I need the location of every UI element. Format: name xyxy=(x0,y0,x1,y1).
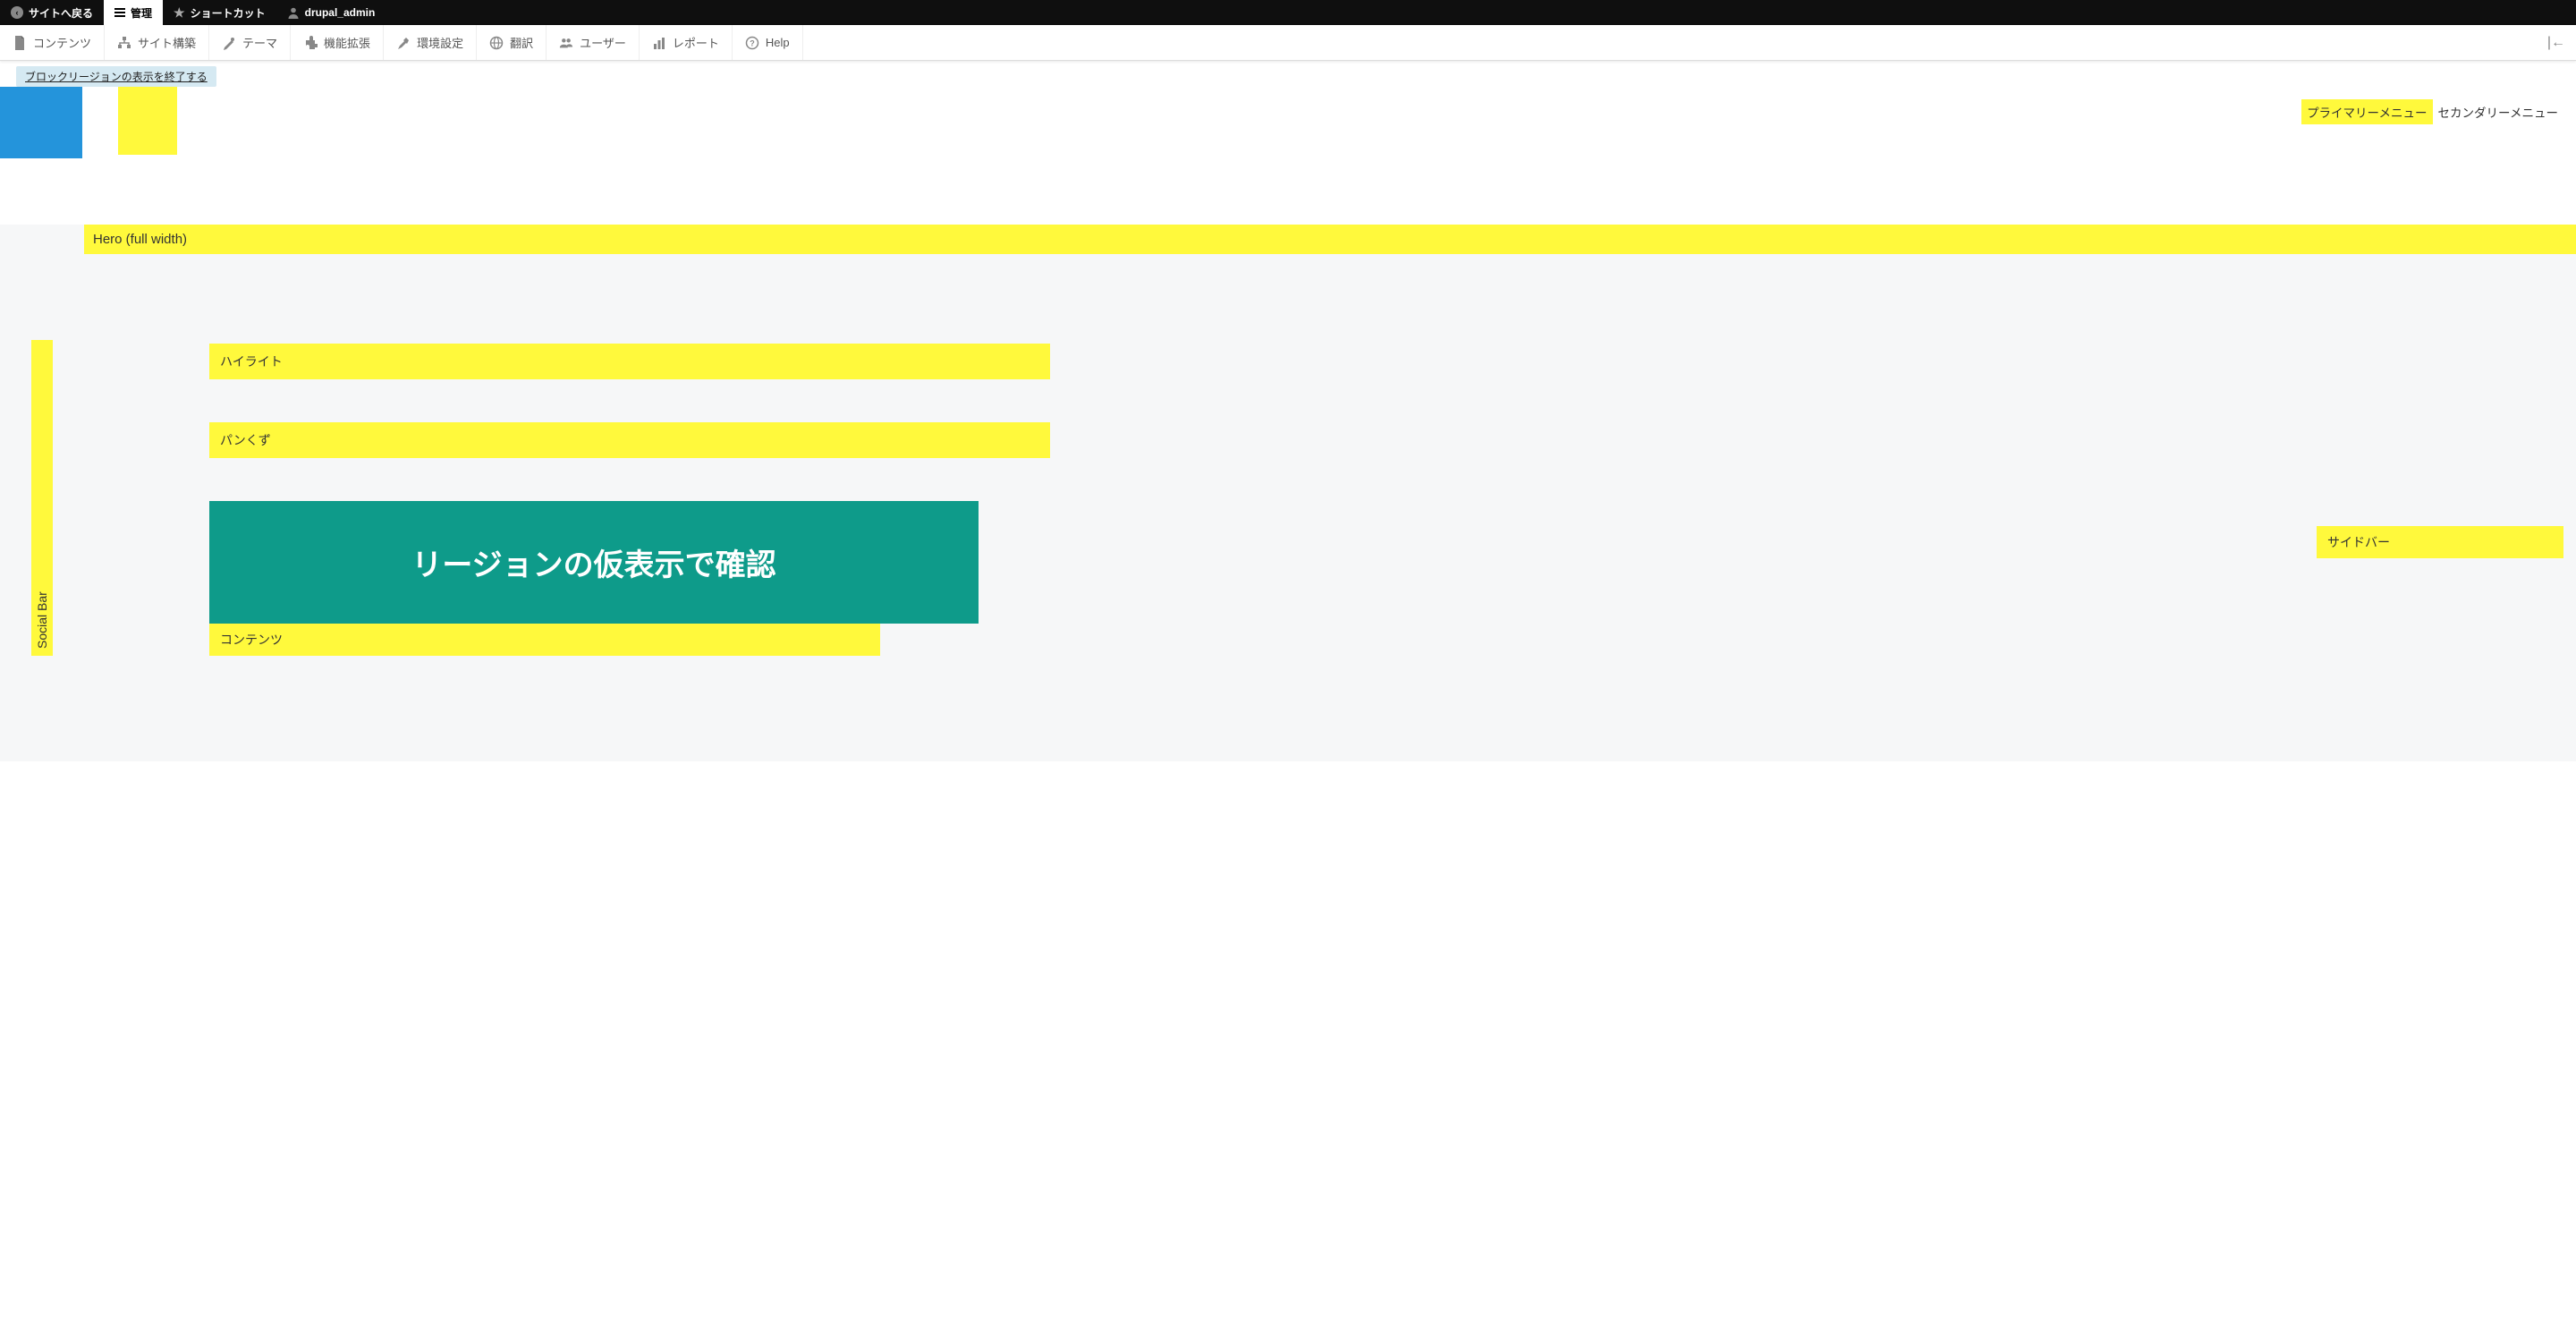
header-region xyxy=(118,87,177,155)
branding-region xyxy=(0,87,82,158)
admin-extend-label: 機能拡張 xyxy=(324,34,370,51)
user-button[interactable]: drupal_admin xyxy=(276,0,386,25)
exit-link-wrap: ブロックリージョンの表示を終了する xyxy=(0,61,2576,87)
user-label: drupal_admin xyxy=(305,6,376,19)
admin-reports[interactable]: レポート xyxy=(640,25,733,60)
content-icon xyxy=(13,36,27,50)
shortcuts-label: ショートカット xyxy=(191,5,266,21)
menu-region-labels: プライマリーメニュー セカンダリーメニュー xyxy=(2301,99,2563,124)
header-region-row: プライマリーメニュー セカンダリーメニュー xyxy=(0,87,2576,158)
admin-help-label: Help xyxy=(766,36,790,49)
user-icon xyxy=(287,6,300,19)
back-to-site-button[interactable]: ‹ サイトへ戻る xyxy=(0,0,104,25)
admin-reports-label: レポート xyxy=(673,34,719,51)
burger-icon xyxy=(114,8,125,17)
admin-extend[interactable]: 機能拡張 xyxy=(291,25,384,60)
back-icon: ‹ xyxy=(11,6,23,19)
body-wrap: Social Bar ハイライト パンくず リージョンの仮表示で確認 コンテンツ… xyxy=(0,254,2576,656)
primary-menu-region: プライマリーメニュー xyxy=(2301,99,2432,124)
right-column: サイドバー xyxy=(2317,344,2576,656)
content-area: Hero (full width) Social Bar ハイライト パンくず … xyxy=(0,225,2576,761)
admin-appearance-label: テーマ xyxy=(242,34,277,51)
admin-content[interactable]: コンテンツ xyxy=(0,25,105,60)
secondary-menu-region: セカンダリーメニュー xyxy=(2433,99,2563,124)
admin-help[interactable]: ? Help xyxy=(733,25,803,60)
center-column: ハイライト パンくず リージョンの仮表示で確認 コンテンツ xyxy=(84,344,2317,656)
config-icon xyxy=(396,36,411,50)
exit-region-demo-link[interactable]: ブロックリージョンの表示を終了する xyxy=(16,66,216,87)
admin-config[interactable]: 環境設定 xyxy=(384,25,477,60)
admin-config-label: 環境設定 xyxy=(417,34,463,51)
structure-icon xyxy=(117,36,131,50)
main-columns: ハイライト パンくず リージョンの仮表示で確認 コンテンツ サイドバー xyxy=(84,272,2576,656)
admin-translate[interactable]: 翻訳 xyxy=(477,25,547,60)
admin-structure[interactable]: サイト構築 xyxy=(105,25,209,60)
back-to-site-label: サイトへ戻る xyxy=(29,5,93,21)
admin-content-label: コンテンツ xyxy=(33,34,91,51)
social-bar-wrap: Social Bar xyxy=(0,272,84,656)
admin-people[interactable]: ユーザー xyxy=(547,25,640,60)
star-icon: ★ xyxy=(174,5,185,21)
help-icon: ? xyxy=(745,36,759,50)
hero-region: Hero (full width) xyxy=(84,225,2576,254)
annotation-banner: リージョンの仮表示で確認 xyxy=(209,501,979,624)
admin-appearance[interactable]: テーマ xyxy=(209,25,291,60)
manage-button[interactable]: 管理 xyxy=(104,0,163,25)
reports-icon xyxy=(652,36,666,50)
toolbar-top: ‹ サイトへ戻る 管理 ★ ショートカット drupal_admin xyxy=(0,0,2576,25)
collapse-icon: |← xyxy=(2547,35,2565,50)
manage-label: 管理 xyxy=(131,5,152,21)
sidebar-region: サイドバー xyxy=(2317,526,2563,558)
highlighted-region: ハイライト xyxy=(209,344,1050,379)
orientation-toggle[interactable]: |← xyxy=(2537,35,2576,51)
globe-icon xyxy=(489,36,504,50)
people-icon xyxy=(559,36,573,50)
content-region: コンテンツ xyxy=(209,624,880,656)
admin-people-label: ユーザー xyxy=(580,34,626,51)
admin-menu: コンテンツ サイト構築 テーマ 機能拡張 環境設定 翻訳 ユーザー xyxy=(0,25,2576,61)
extend-icon xyxy=(303,36,318,50)
social-bar-region: Social Bar xyxy=(31,340,53,656)
appearance-icon xyxy=(222,36,236,50)
admin-structure-label: サイト構築 xyxy=(138,34,196,51)
shortcuts-button[interactable]: ★ ショートカット xyxy=(163,0,276,25)
admin-translate-label: 翻訳 xyxy=(510,34,533,51)
breadcrumb-region: パンくず xyxy=(209,422,1050,458)
svg-text:?: ? xyxy=(750,38,755,47)
